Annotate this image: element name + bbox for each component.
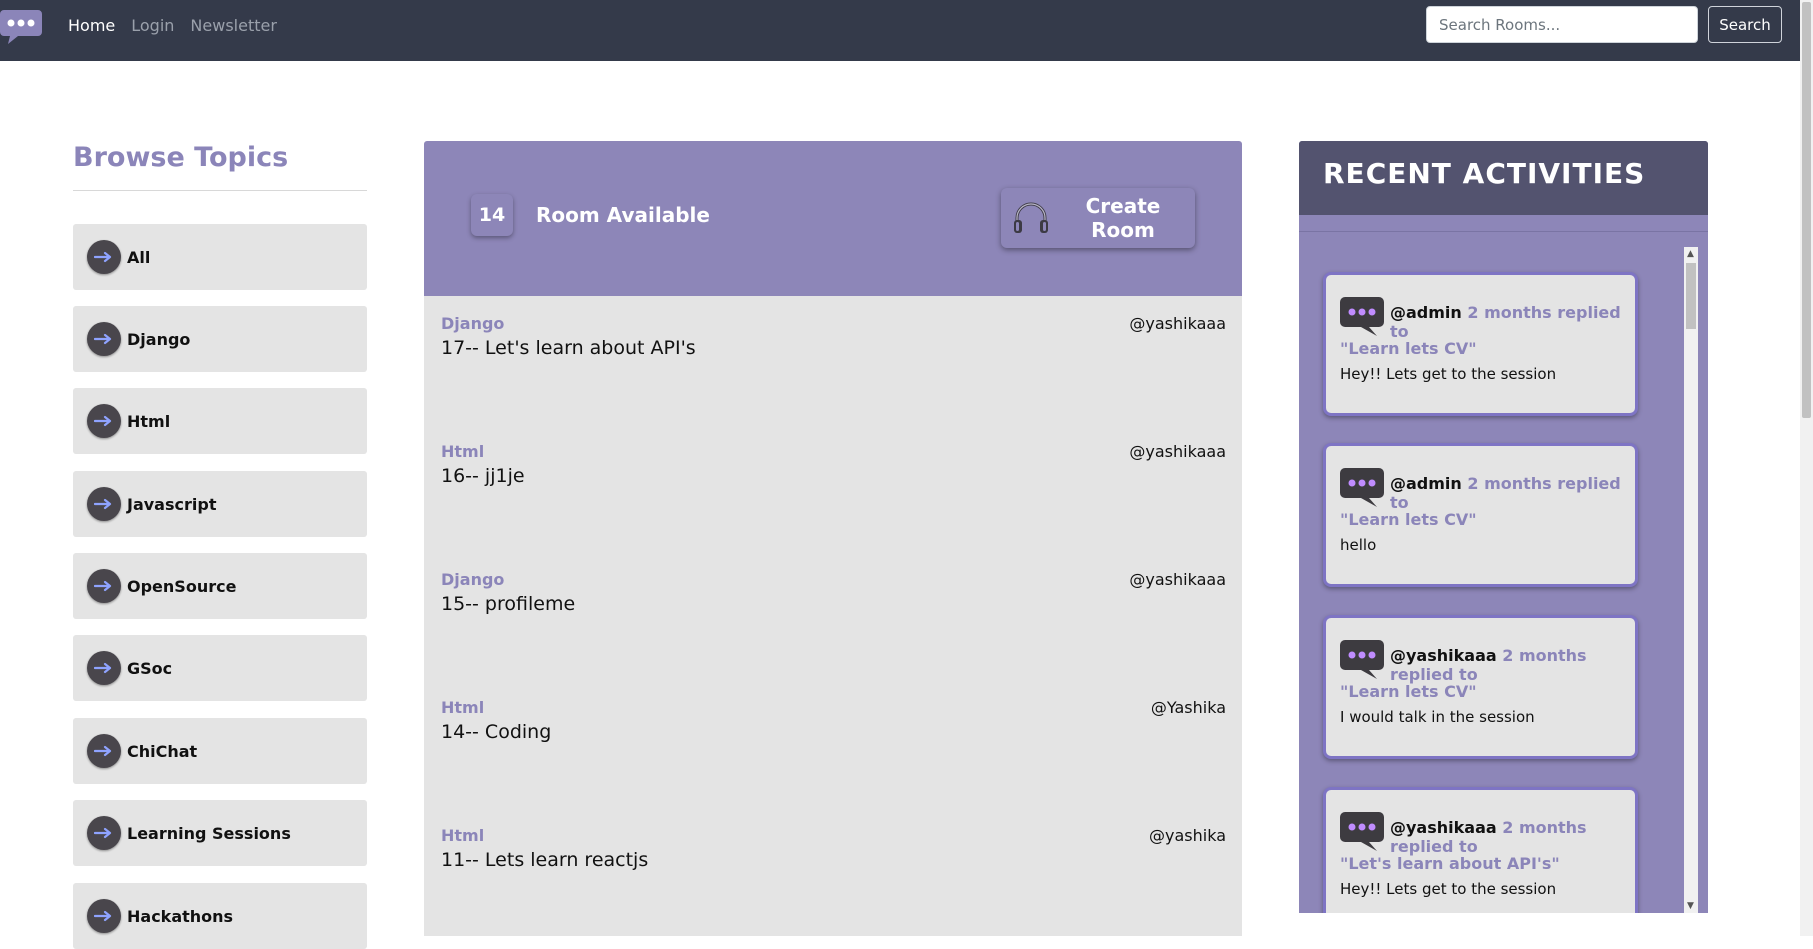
room-title-link[interactable]: 11-- Lets learn reactjs: [441, 849, 648, 871]
browse-topics-panel: Browse Topics All Django Html Javascript…: [73, 140, 367, 949]
topic-item-learning-sessions[interactable]: Learning Sessions: [73, 800, 367, 866]
chat-bubble-icon: [1339, 466, 1385, 508]
nav-newsletter-link[interactable]: Newsletter: [190, 16, 277, 35]
recent-activities-panel: RECENT ACTIVITIES @admin 2 months replie…: [1299, 141, 1708, 913]
rooms-list: Django @yashikaaa 17-- Let's learn about…: [424, 296, 1242, 936]
room-title-link[interactable]: 17-- Let's learn about API's: [441, 337, 696, 359]
activity-message: hello: [1340, 536, 1377, 554]
topic-label: Html: [127, 411, 171, 431]
room-host-link[interactable]: @yashikaaa: [1129, 314, 1226, 333]
top-navbar: Home Login Newsletter Search: [0, 0, 1800, 61]
activities-title: RECENT ACTIVITIES: [1323, 157, 1646, 190]
activities-scrollbar[interactable]: ▲ ▼: [1684, 247, 1698, 913]
activity-user[interactable]: @yashikaaa 2 months replied to: [1390, 818, 1635, 856]
nav-home-link[interactable]: Home: [68, 16, 115, 35]
activities-divider: [1299, 231, 1708, 232]
topic-label: OpenSource: [127, 576, 237, 596]
topic-label: ChiChat: [127, 741, 198, 761]
chat-bubble-icon: [1339, 295, 1385, 337]
page-scrollbar[interactable]: [1800, 0, 1813, 936]
activity-card: @yashikaaa 2 months replied to "Let's le…: [1323, 787, 1638, 913]
topic-label: Django: [127, 329, 191, 349]
chat-bubble-icon: [1339, 810, 1385, 852]
activity-user[interactable]: @yashikaaa 2 months replied to: [1390, 646, 1635, 684]
topic-label: GSoc: [127, 658, 173, 678]
chat-logo-icon[interactable]: [0, 6, 42, 46]
arrow-right-icon: [87, 651, 121, 685]
arrow-right-icon: [87, 322, 121, 356]
arrow-right-icon: [87, 816, 121, 850]
activity-room-link[interactable]: "Learn lets CV": [1340, 682, 1477, 701]
arrow-right-icon: [87, 569, 121, 603]
room-count-badge: 14: [471, 194, 513, 236]
room-item: Html @yashikaaa 16-- jj1je: [424, 424, 1242, 552]
room-topic-link[interactable]: Html: [441, 698, 484, 717]
topic-label: Javascript: [127, 494, 217, 514]
arrow-right-icon: [87, 240, 121, 274]
topic-item-hackathons[interactable]: Hackathons: [73, 883, 367, 949]
topic-item-gsoc[interactable]: GSoc: [73, 635, 367, 701]
page-scrollbar-thumb[interactable]: [1802, 2, 1811, 418]
topic-item-chichat[interactable]: ChiChat: [73, 718, 367, 784]
nav-links: Home Login Newsletter: [68, 0, 277, 50]
create-room-label: Create Room: [1085, 194, 1161, 242]
activity-username[interactable]: @admin: [1390, 474, 1462, 493]
activity-card: @admin 2 months replied to "Learn lets C…: [1323, 443, 1638, 587]
create-room-button[interactable]: Create Room: [1001, 188, 1195, 248]
activity-username[interactable]: @admin: [1390, 303, 1462, 322]
room-host-link[interactable]: @Yashika: [1151, 698, 1226, 717]
room-topic-link[interactable]: Html: [441, 826, 484, 845]
room-item: Django @yashikaaa 15-- profileme: [424, 552, 1242, 680]
room-title-link[interactable]: 14-- Coding: [441, 721, 551, 743]
topic-item-django[interactable]: Django: [73, 306, 367, 372]
topic-item-javascript[interactable]: Javascript: [73, 471, 367, 537]
scroll-down-arrow-icon[interactable]: ▼: [1687, 901, 1694, 911]
activities-scrollbar-thumb[interactable]: [1686, 263, 1696, 329]
room-item: Html @Yashika 14-- Coding: [424, 680, 1242, 808]
rooms-header: 14 Room Available Create Room: [424, 141, 1242, 296]
scroll-up-arrow-icon[interactable]: ▲: [1687, 249, 1694, 259]
topic-item-opensource[interactable]: OpenSource: [73, 553, 367, 619]
room-host-link[interactable]: @yashika: [1149, 826, 1226, 845]
room-topic-link[interactable]: Django: [441, 314, 504, 333]
chat-bubble-icon: [1339, 638, 1385, 680]
activities-header: RECENT ACTIVITIES: [1299, 141, 1708, 215]
room-item: Html @yashika 11-- Lets learn reactjs: [424, 808, 1242, 936]
room-host-link[interactable]: @yashikaaa: [1129, 570, 1226, 589]
topic-label: All: [127, 247, 151, 267]
arrow-right-icon: [87, 734, 121, 768]
room-topic-link[interactable]: Html: [441, 442, 484, 461]
activity-message: I would talk in the session: [1340, 708, 1535, 726]
nav-login-link[interactable]: Login: [131, 16, 174, 35]
room-title-link[interactable]: 15-- profileme: [441, 593, 575, 615]
browse-topics-title: Browse Topics: [73, 142, 289, 173]
room-item: Django @yashikaaa 17-- Let's learn about…: [424, 296, 1242, 424]
room-title-link[interactable]: 16-- jj1je: [441, 465, 525, 487]
room-topic-link[interactable]: Django: [441, 570, 504, 589]
activity-room-link[interactable]: "Let's learn about API's": [1340, 854, 1560, 873]
activity-message: Hey!! Lets get to the session: [1340, 365, 1557, 383]
topic-item-all[interactable]: All: [73, 224, 367, 290]
search-rooms-input[interactable]: [1426, 6, 1698, 43]
activity-username[interactable]: @yashikaaa: [1390, 646, 1497, 665]
activity-card: @yashikaaa 2 months replied to "Learn le…: [1323, 615, 1638, 759]
activity-user[interactable]: @admin 2 months replied to: [1390, 303, 1635, 341]
arrow-right-icon: [87, 899, 121, 933]
activity-user[interactable]: @admin 2 months replied to: [1390, 474, 1635, 512]
topics-divider: [73, 190, 367, 191]
arrow-right-icon: [87, 487, 121, 521]
arrow-right-icon: [87, 404, 121, 438]
room-available-label: Room Available: [536, 203, 710, 227]
activity-room-link[interactable]: "Learn lets CV": [1340, 339, 1477, 358]
activity-message: Hey!! Lets get to the session: [1340, 880, 1557, 898]
headset-icon: [1009, 196, 1053, 240]
activity-username[interactable]: @yashikaaa: [1390, 818, 1497, 837]
topic-label: Learning Sessions: [127, 823, 291, 843]
topic-item-html[interactable]: Html: [73, 388, 367, 454]
activity-room-link[interactable]: "Learn lets CV": [1340, 510, 1477, 529]
activity-card: @admin 2 months replied to "Learn lets C…: [1323, 272, 1638, 416]
search-button[interactable]: Search: [1708, 6, 1782, 43]
topic-label: Hackathons: [127, 906, 234, 926]
room-host-link[interactable]: @yashikaaa: [1129, 442, 1226, 461]
